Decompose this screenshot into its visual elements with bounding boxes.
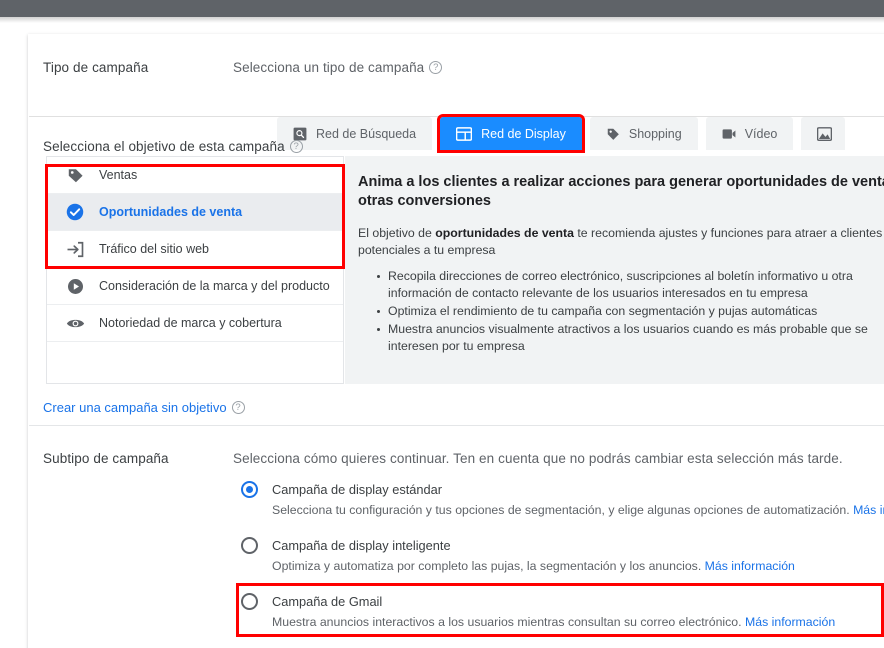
subtype-option-description: Selecciona tu configuración y tus opcion… <box>272 503 884 517</box>
more-info-link[interactable]: Más información <box>745 615 835 629</box>
subtype-option-description: Muestra anuncios interactivos a los usua… <box>272 615 884 629</box>
objective-description-panel: Anima a los clientes a realizar acciones… <box>345 156 884 384</box>
objective-list: Ventas Oportunidades de venta Tráfico de… <box>46 156 344 384</box>
video-camera-icon <box>722 127 736 141</box>
objective-selector: Ventas Oportunidades de venta Tráfico de… <box>45 156 884 384</box>
radio-gmail-campaign[interactable] <box>241 593 258 610</box>
objective-item-oportunidades-de-venta[interactable]: Oportunidades de venta <box>47 194 343 231</box>
subtype-option-description: Optimiza y automatiza por completo las p… <box>272 559 884 573</box>
tab-label: Red de Búsqueda <box>316 126 417 141</box>
check-circle-icon <box>64 202 86 222</box>
objective-description-paragraph: El objetivo de oportunidades de venta te… <box>358 225 884 259</box>
objective-item-notoriedad[interactable]: Notoriedad de marca y cobertura <box>47 305 343 342</box>
display-network-icon <box>456 126 473 141</box>
link-label: Crear una campaña sin objetivo <box>43 400 227 415</box>
radio-standard-display[interactable] <box>241 481 258 498</box>
settings-card: Tipo de campaña Selecciona un tipo de ca… <box>28 34 884 648</box>
subtype-option-gmail[interactable]: Campaña de Gmail Muestra anuncios intera… <box>236 583 884 637</box>
top-bar-shadow <box>0 17 884 23</box>
help-circle-icon[interactable] <box>429 61 443 74</box>
tab-shopping[interactable]: Shopping <box>589 117 698 150</box>
campaign-type-sublabel-text: Selecciona un tipo de campaña <box>233 60 425 75</box>
campaign-type-sublabel: Selecciona un tipo de campaña <box>233 60 443 75</box>
section-divider <box>29 425 884 426</box>
tab-red-de-display[interactable]: Red de Display <box>437 114 585 153</box>
description-text: Optimiza y automatiza por completo las p… <box>272 559 705 573</box>
subtype-option-title: Campaña de display inteligente <box>272 538 451 553</box>
objective-item-label: Consideración de la marca y del producto <box>99 279 330 293</box>
subtype-option-standard-display[interactable]: Campaña de display estándar Selecciona t… <box>241 481 884 517</box>
discovery-image-icon <box>817 126 833 141</box>
subtype-option-title: Campaña de Gmail <box>272 594 383 609</box>
objective-heading: Selecciona el objetivo de esta campaña <box>43 139 303 154</box>
tab-label: Shopping <box>628 126 682 141</box>
arrow-into-box-icon <box>64 239 86 259</box>
subtype-option-smart-display[interactable]: Campaña de display inteligente Optimiza … <box>241 537 884 573</box>
campaign-type-label: Tipo de campaña <box>43 60 149 75</box>
list-item: Recopila direcciones de correo electróni… <box>377 268 884 302</box>
objective-item-label: Oportunidades de venta <box>99 205 243 219</box>
tab-discovery[interactable] <box>801 117 846 150</box>
objective-item-trafico-del-sitio-web[interactable]: Tráfico del sitio web <box>47 231 343 268</box>
objective-description-title: Anima a los clientes a realizar acciones… <box>358 174 884 209</box>
description-text: Selecciona tu configuración y tus opcion… <box>272 503 854 517</box>
subtype-label: Subtipo de campaña <box>43 451 169 466</box>
tab-label: Red de Display <box>481 126 566 141</box>
list-item: Optimiza el rendimiento de tu campaña co… <box>377 303 884 320</box>
tag-icon <box>64 165 86 185</box>
objective-item-label: Tráfico del sitio web <box>99 242 209 256</box>
subtype-radio-group: Campaña de display estándar Selecciona t… <box>236 481 884 648</box>
more-info-link[interactable]: Más información <box>705 559 795 573</box>
objective-item-label: Notoriedad de marca y cobertura <box>99 316 282 330</box>
more-info-link[interactable]: Más información <box>853 503 884 517</box>
subtype-sublabel: Selecciona cómo quieres continuar. Ten e… <box>233 451 843 466</box>
description-text: Muestra anuncios interactivos a los usua… <box>272 615 745 629</box>
subtype-option-title: Campaña de display estándar <box>272 482 443 497</box>
tab-video[interactable]: Vídeo <box>705 117 794 150</box>
objective-list-filler <box>47 342 343 380</box>
objective-item-consideracion[interactable]: Consideración de la marca y del producto <box>47 268 343 305</box>
radio-smart-display[interactable] <box>241 537 258 554</box>
objective-heading-text: Selecciona el objetivo de esta campaña <box>43 139 285 154</box>
objective-item-ventas[interactable]: Ventas <box>47 157 343 194</box>
objective-description-bullets: Recopila direcciones de correo electróni… <box>358 268 884 355</box>
app-top-bar <box>0 0 884 17</box>
objective-item-label: Ventas <box>99 168 138 182</box>
price-tag-icon <box>606 127 620 141</box>
campaign-setup-screen: Tipo de campaña Selecciona un tipo de ca… <box>0 0 884 648</box>
help-circle-icon[interactable] <box>231 401 245 414</box>
help-circle-icon[interactable] <box>289 140 303 153</box>
paragraph-bold: oportunidades de venta <box>435 226 574 240</box>
eye-icon <box>64 313 86 333</box>
campaign-type-tabs: Red de Búsqueda Red de Display Shopping … <box>277 114 853 153</box>
create-campaign-without-objective-link[interactable]: Crear una campaña sin objetivo <box>43 400 245 415</box>
tab-label: Vídeo <box>744 126 778 141</box>
list-item: Muestra anuncios visualmente atractivos … <box>377 321 884 355</box>
paragraph-before: El objetivo de <box>358 226 436 240</box>
play-circle-icon <box>64 276 86 296</box>
